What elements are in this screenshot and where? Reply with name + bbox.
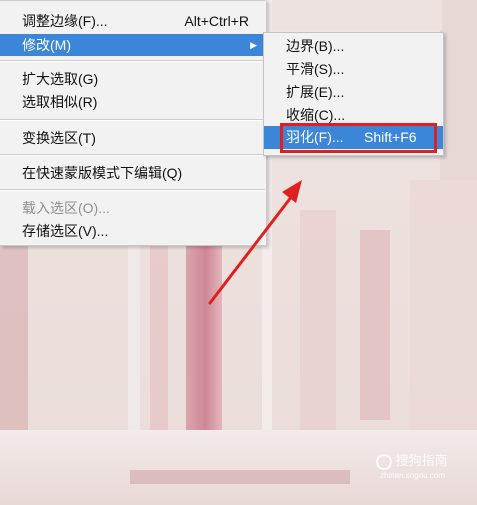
menu-item-label: 选取相似(R) <box>22 94 98 110</box>
bg-shape <box>300 210 336 430</box>
menu-item-refine-edge[interactable]: 调整边缘(F)... Alt+Ctrl+R <box>0 10 265 32</box>
bg-shape <box>130 470 350 484</box>
menu-item-load-selection: 载入选区(O)... <box>0 197 265 219</box>
menu-divider <box>0 189 265 191</box>
submenu-item-label: 扩展(E)... <box>286 84 345 100</box>
sogou-logo-icon <box>376 453 392 470</box>
select-menu: 调整边缘(F)... Alt+Ctrl+R 修改(M) ▶ 扩大选取(G) 选取… <box>0 0 267 246</box>
menu-item-grow[interactable]: 扩大选取(G) <box>0 68 265 90</box>
menu-item-label: 载入选区(O)... <box>22 200 110 216</box>
submenu-item-border[interactable]: 边界(B)... <box>264 35 443 58</box>
bg-shape <box>410 180 477 440</box>
menu-item-quick-mask[interactable]: 在快速蒙版模式下编辑(Q) <box>0 162 265 184</box>
bg-shape <box>272 0 442 30</box>
menu-divider <box>0 119 265 121</box>
watermark: 搜狗指南 zhinan.sogou.com <box>376 450 448 480</box>
menu-item-shortcut: Alt+Ctrl+R <box>184 13 249 29</box>
submenu-item-label: 收缩(C)... <box>286 107 346 123</box>
menu-item-label: 扩大选取(G) <box>22 71 99 87</box>
menu-item-transform-selection[interactable]: 变换选区(T) <box>0 127 265 149</box>
menu-top-divider <box>0 0 265 1</box>
menu-item-label: 在快速蒙版模式下编辑(Q) <box>22 165 183 181</box>
submenu-item-label: 平滑(S)... <box>286 61 345 77</box>
submenu-item-smooth[interactable]: 平滑(S)... <box>264 58 443 81</box>
bg-shape <box>440 0 477 180</box>
menu-item-label: 修改(M) <box>22 37 71 53</box>
submenu-item-expand[interactable]: 扩展(E)... <box>264 81 443 104</box>
bg-shape <box>360 230 390 420</box>
menu-item-save-selection[interactable]: 存储选区(V)... <box>0 220 265 242</box>
menu-item-label: 调整边缘(F)... <box>22 13 108 29</box>
modify-submenu: 边界(B)... 平滑(S)... 扩展(E)... 收缩(C)... 羽化(F… <box>263 32 444 156</box>
watermark-url: zhinan.sogou.com <box>380 470 445 480</box>
menu-item-modify[interactable]: 修改(M) ▶ <box>0 34 265 56</box>
watermark-text: 搜狗指南 <box>395 453 448 468</box>
bg-shape <box>0 240 28 440</box>
menu-item-label: 存储选区(V)... <box>22 223 109 239</box>
submenu-item-shortcut: Shift+F6 <box>364 129 417 145</box>
menu-item-label: 变换选区(T) <box>22 130 96 146</box>
bg-shape <box>150 240 168 440</box>
menu-item-similar[interactable]: 选取相似(R) <box>0 91 265 113</box>
submenu-item-label: 羽化(F)... <box>286 129 344 145</box>
submenu-item-label: 边界(B)... <box>286 38 345 54</box>
bg-shape <box>186 240 222 450</box>
submenu-arrow-icon: ▶ <box>250 40 257 50</box>
submenu-item-contract[interactable]: 收缩(C)... <box>264 104 443 127</box>
submenu-item-feather[interactable]: 羽化(F)... Shift+F6 <box>264 126 443 149</box>
menu-divider <box>0 154 265 156</box>
menu-divider <box>0 60 265 62</box>
